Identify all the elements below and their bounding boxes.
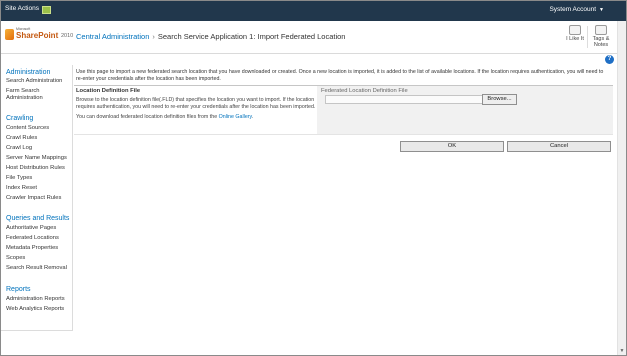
nav-item-server-name-mappings[interactable]: Server Name Mappings — [6, 155, 72, 162]
nav-heading-crawling[interactable]: Crawling — [6, 115, 72, 122]
logo-product-text: SharePoint — [16, 31, 59, 40]
quick-launch: Administration Search Administration Far… — [1, 65, 73, 331]
input-area: Federated Location Definition File Brows… — [317, 86, 613, 134]
section-help-text: Browse to the location definition file(.… — [76, 97, 316, 110]
section-title: Location Definition File — [76, 88, 141, 94]
sharepoint-logo-icon — [5, 29, 14, 40]
breadcrumb-separator: › — [152, 32, 155, 41]
chevron-down-icon: ▼ — [599, 7, 604, 13]
nav-item-search-result-removal[interactable]: Search Result Removal — [6, 265, 72, 272]
breadcrumb-central-admin-link[interactable]: Central Administration — [76, 32, 149, 41]
ok-button[interactable]: OK — [400, 141, 504, 152]
nav-section-queries-results: Queries and Results Authoritative Pages … — [1, 215, 72, 272]
user-menu[interactable]: System Account ▼ — [549, 6, 604, 13]
sharepoint-logo: Microsoft SharePoint 2010 — [5, 27, 73, 43]
nav-section-crawling: Crawling Content Sources Crawl Rules Cra… — [1, 115, 72, 202]
nav-item-administration-reports[interactable]: Administration Reports — [6, 296, 72, 303]
tags-notes-button[interactable]: Tags & Notes — [588, 25, 614, 49]
scroll-down-icon[interactable]: ▼ — [619, 348, 625, 354]
i-like-it-button[interactable]: I Like It — [562, 25, 588, 49]
nav-item-crawl-rules[interactable]: Crawl Rules — [6, 135, 72, 142]
window: Site Actions▼ System Account▼ Microsoft … — [0, 0, 627, 356]
site-actions-menu[interactable]: Site Actions▼ — [5, 5, 46, 12]
nav-item-farm-search-administration[interactable]: Farm Search Administration — [6, 88, 66, 102]
vertical-scrollbar[interactable]: ▼ — [617, 21, 626, 355]
nav-item-scopes[interactable]: Scopes — [6, 255, 72, 262]
location-definition-section: Location Definition File Browse to the l… — [74, 85, 613, 135]
nav-section-reports: Reports Administration Reports Web Analy… — [1, 286, 72, 313]
nav-item-crawler-impact-rules[interactable]: Crawler Impact Rules — [6, 195, 72, 202]
top-ribbon: Site Actions▼ System Account▼ — [1, 1, 626, 21]
nav-heading-reports[interactable]: Reports — [6, 286, 72, 293]
user-name: System Account — [549, 6, 597, 13]
nav-section-administration: Administration Search Administration Far… — [1, 69, 72, 102]
tag-icon — [595, 25, 607, 35]
file-path-input[interactable] — [325, 95, 485, 104]
nav-item-content-sources[interactable]: Content Sources — [6, 125, 72, 132]
nav-item-host-distribution-rules[interactable]: Host Distribution Rules — [6, 165, 72, 172]
help-icon[interactable]: ? — [605, 55, 614, 64]
page-description: Use this page to import a new federated … — [76, 69, 604, 82]
nav-heading-queries-results[interactable]: Queries and Results — [6, 215, 72, 222]
browse-button[interactable]: Browse... — [482, 94, 517, 105]
file-field-label: Federated Location Definition File — [321, 88, 408, 94]
breadcrumb: Central Administration › Search Service Ap… — [76, 32, 345, 41]
nav-item-search-administration[interactable]: Search Administration — [6, 78, 72, 85]
online-gallery-link[interactable]: Online Gallery — [219, 114, 252, 120]
nav-item-metadata-properties[interactable]: Metadata Properties — [6, 245, 72, 252]
logo-version-text: 2010 — [61, 33, 74, 39]
thumbs-up-icon — [569, 25, 581, 35]
download-prefix: You can download federated location defi… — [76, 114, 218, 121]
tags-notes-label: Tags & Notes — [592, 36, 610, 48]
nav-item-crawl-log[interactable]: Crawl Log — [6, 145, 72, 152]
nav-heading-administration[interactable]: Administration — [6, 69, 72, 76]
nav-item-authoritative-pages[interactable]: Authoritative Pages — [6, 225, 72, 232]
title-area: Microsoft SharePoint 2010 Central Admini… — [1, 21, 626, 54]
nav-item-index-reset[interactable]: Index Reset — [6, 185, 72, 192]
download-suffix: . — [251, 114, 254, 121]
i-like-it-label: I Like It — [566, 36, 584, 42]
cancel-button[interactable]: Cancel — [507, 141, 611, 152]
nav-item-federated-locations[interactable]: Federated Locations — [6, 235, 72, 242]
page-title: Search Service Application 1: Import Fed… — [157, 32, 346, 41]
nav-item-web-analytics-reports[interactable]: Web Analytics Reports — [6, 306, 72, 313]
site-actions-label: Site Actions — [5, 5, 39, 12]
navigate-up-icon[interactable] — [42, 6, 51, 14]
download-text: You can download federated location defi… — [76, 114, 316, 121]
nav-item-file-types[interactable]: File Types — [6, 175, 72, 182]
section-description: Location Definition File Browse to the l… — [76, 88, 316, 125]
